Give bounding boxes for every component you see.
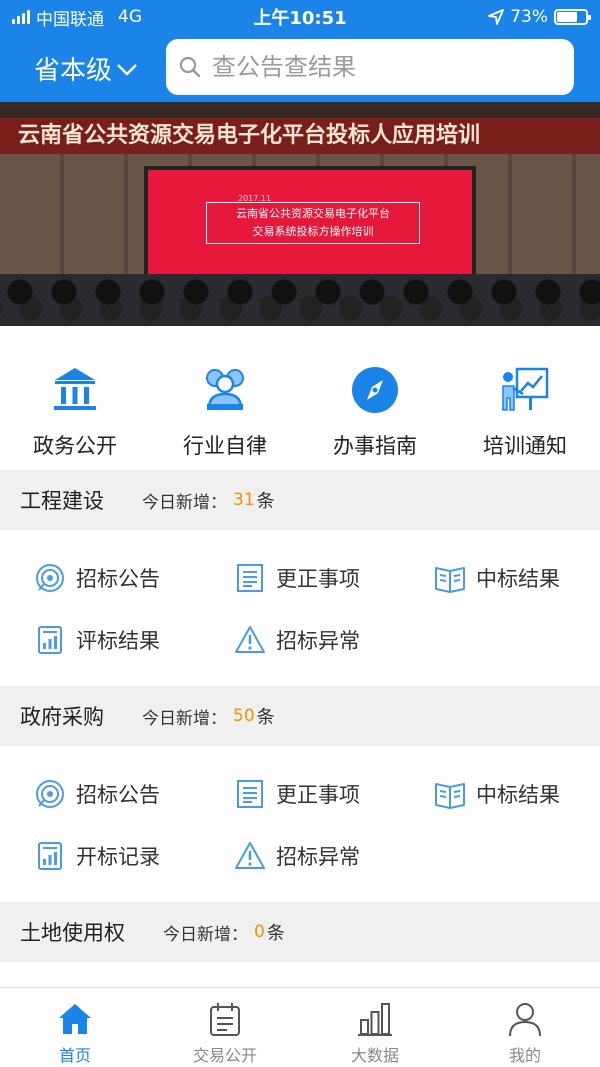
- quick-links: 政务公开 行业自律 办事指南 培训通知: [0, 330, 600, 470]
- count-unit: 条: [256, 707, 275, 728]
- grid-item-tender-exception[interactable]: 招标异常: [234, 840, 360, 872]
- tab-label: 我的: [508, 1046, 541, 1065]
- warning-icon: [235, 626, 265, 653]
- today-new-label: 今日新增：: [142, 492, 227, 513]
- section-title: 政府采购: [20, 705, 104, 729]
- grid-item-opening-record[interactable]: 开标记录: [34, 840, 160, 872]
- count-unit: 条: [266, 923, 285, 944]
- quick-link-label: 培训通知: [483, 434, 567, 458]
- home-icon: [59, 1004, 91, 1034]
- quick-link-industry[interactable]: 行业自律: [150, 330, 300, 470]
- grid-item-corrections[interactable]: 更正事项: [234, 778, 360, 810]
- grid-item-label: 更正事项: [276, 567, 360, 591]
- tab-label: 大数据: [350, 1046, 399, 1065]
- grid-item-label: 中标结果: [476, 567, 560, 591]
- grid-item-label: 开标记录: [76, 845, 160, 869]
- carrier-label: 中国联通: [36, 9, 104, 30]
- clock: 上午10:51: [253, 8, 347, 29]
- grid-item-award-result[interactable]: 中标结果: [434, 778, 560, 810]
- quick-link-label: 办事指南: [333, 434, 417, 458]
- warning-icon: [235, 842, 265, 869]
- presentation-icon: [502, 367, 549, 411]
- bank-icon: [54, 368, 96, 410]
- battery-icon: [554, 9, 591, 25]
- report-chart-icon: [38, 626, 62, 654]
- quick-link-guide[interactable]: 办事指南: [300, 330, 450, 470]
- grid-item-label: 招标公告: [76, 783, 160, 807]
- grid-item-tender-exception[interactable]: 招标异常: [234, 624, 360, 656]
- document-icon: [237, 780, 263, 808]
- tab-big-data[interactable]: 大数据: [300, 988, 450, 1067]
- section-header-procurement: 政府采购 今日新增： 50 条: [0, 686, 600, 746]
- group-icon: [206, 369, 244, 410]
- tab-trading[interactable]: 交易公开: [150, 988, 300, 1067]
- grid-item-label: 中标结果: [476, 783, 560, 807]
- quick-link-government[interactable]: 政务公开: [0, 330, 150, 470]
- tab-mine[interactable]: 我的: [450, 988, 600, 1067]
- book-icon: [435, 567, 465, 593]
- banner-audience: [0, 274, 600, 326]
- grid-item-evaluation-result[interactable]: 评标结果: [34, 624, 160, 656]
- quick-link-training[interactable]: 培训通知: [450, 330, 600, 470]
- search-bar[interactable]: [166, 39, 574, 95]
- banner-carousel[interactable]: 云南省公共资源交易电子化平台投标人应用培训 2017.11 云南省公共资源交易电…: [0, 102, 600, 326]
- top-header: 省本级: [0, 34, 600, 102]
- chevron-down-icon: [117, 63, 137, 76]
- network-label: 4G: [118, 7, 142, 27]
- quick-link-label: 行业自律: [183, 434, 267, 458]
- section-grid-construction: 招标公告 更正事项 中标结果 评标结果 招标异常: [0, 530, 600, 686]
- grid-item-label: 招标异常: [276, 629, 360, 653]
- grid-item-corrections[interactable]: 更正事项: [234, 562, 360, 594]
- section-title: 工程建设: [20, 489, 104, 513]
- screen-title: 云南省公共资源交易电子化平台 交易系统投标方操作培训: [206, 202, 420, 244]
- tab-label: 交易公开: [192, 1046, 257, 1065]
- grid-item-label: 招标异常: [276, 845, 360, 869]
- target-icon: [36, 564, 64, 592]
- quick-link-label: 政务公开: [33, 434, 117, 458]
- today-new-count: 0: [254, 922, 265, 942]
- target-icon: [36, 780, 64, 808]
- compass-icon: [352, 367, 398, 413]
- grid-item-tender-notice[interactable]: 招标公告: [34, 778, 160, 810]
- battery-percent: 73%: [510, 7, 548, 27]
- region-selector[interactable]: 省本级: [34, 50, 138, 87]
- grid-item-award-result[interactable]: 中标结果: [434, 562, 560, 594]
- banner-headline: 云南省公共资源交易电子化平台投标人应用培训: [0, 118, 600, 154]
- clipboard-icon: [210, 1003, 240, 1036]
- grid-item-label: 更正事项: [276, 783, 360, 807]
- section-header-construction: 工程建设 今日新增： 31 条: [0, 470, 600, 530]
- today-new-count: 50: [233, 706, 255, 726]
- search-input[interactable]: [212, 53, 552, 81]
- search-icon: [179, 56, 201, 78]
- screen-line-2: 交易系统投标方操作培训: [252, 225, 374, 238]
- tab-home[interactable]: 首页: [0, 988, 150, 1067]
- section-grid-procurement: 招标公告 更正事项 中标结果 开标记录 招标异常: [0, 746, 600, 902]
- grid-item-label: 评标结果: [76, 629, 160, 653]
- today-new-label: 今日新增：: [163, 924, 248, 945]
- location-arrow-icon: [488, 9, 505, 25]
- section-title: 土地使用权: [20, 921, 125, 945]
- tab-label: 首页: [58, 1046, 91, 1065]
- user-icon: [509, 1003, 541, 1037]
- today-new-count: 31: [233, 490, 255, 510]
- document-icon: [237, 564, 263, 592]
- today-new-label: 今日新增：: [142, 708, 227, 729]
- region-label: 省本级: [34, 56, 113, 86]
- bar-chart-icon: [358, 1003, 392, 1036]
- report-chart-icon: [38, 842, 62, 870]
- signal-icon: [12, 10, 30, 24]
- grid-item-label: 招标公告: [76, 567, 160, 591]
- bottom-tab-bar: 首页 交易公开 大数据 我的: [0, 987, 600, 1067]
- grid-item-tender-notice[interactable]: 招标公告: [34, 562, 160, 594]
- status-bar: 中国联通 4G 上午10:51 73%: [0, 0, 600, 34]
- section-header-land: 土地使用权 今日新增： 0 条: [0, 902, 600, 962]
- count-unit: 条: [256, 491, 275, 512]
- book-icon: [435, 783, 465, 809]
- screen-line-1: 云南省公共资源交易电子化平台: [236, 207, 390, 220]
